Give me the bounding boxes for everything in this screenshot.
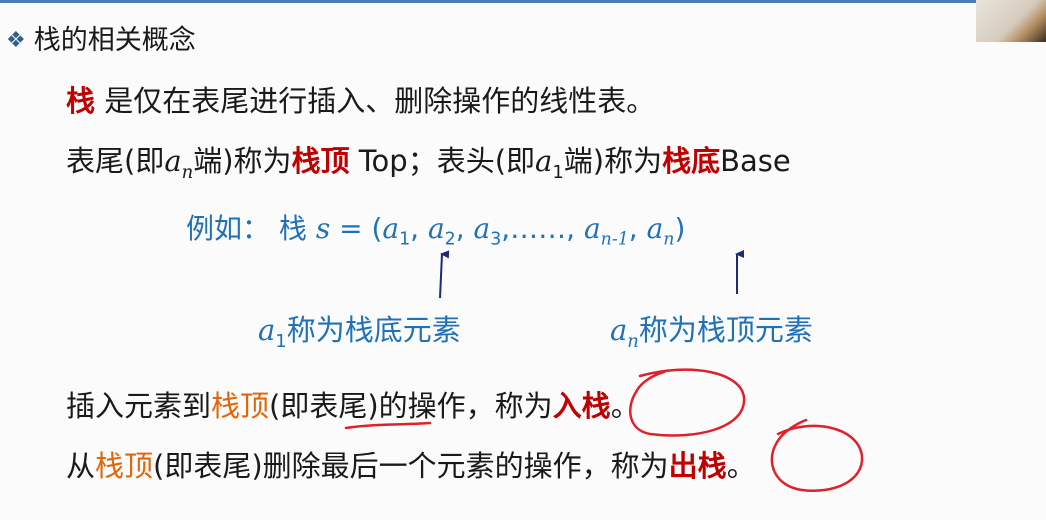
underline-annotation: [344, 421, 432, 430]
circle-annotation-pop: [770, 418, 864, 492]
circle-annotation-push: [628, 368, 746, 437]
annotation-overlay: [344, 250, 864, 492]
arrow-to-bottom-element: [439, 250, 450, 299]
